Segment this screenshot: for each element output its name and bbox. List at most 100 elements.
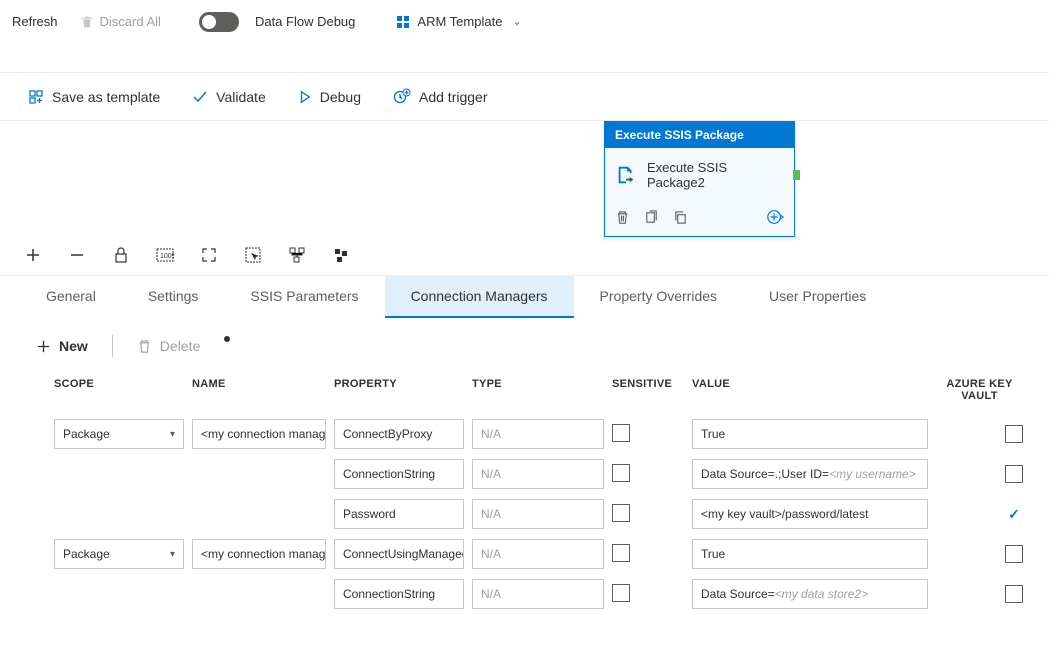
col-value: VALUE <box>692 378 936 402</box>
activity-name: Execute SSIS Package2 <box>647 160 784 190</box>
azure-key-vault-checkbox[interactable] <box>1005 585 1023 603</box>
sensitive-checkbox[interactable] <box>612 464 630 482</box>
table-row: Package▾ <my connection manager> ConnectUs… <box>54 534 1029 574</box>
activity-footer <box>605 200 794 236</box>
table-row: ConnectionString N/A Data Source= <my data… <box>54 574 1029 614</box>
col-type: TYPE <box>472 378 612 402</box>
add-output-icon[interactable] <box>766 208 784 226</box>
select-button[interactable] <box>244 246 262 264</box>
azure-key-vault-checkbox[interactable] <box>1005 545 1023 563</box>
tab-settings[interactable]: Settings <box>122 276 225 318</box>
grid-header: SCOPE NAME PROPERTY TYPE SENSITIVE VALUE… <box>54 368 1029 414</box>
output-connector[interactable] <box>793 170 800 180</box>
add-trigger-button[interactable]: Add trigger <box>393 88 487 106</box>
debug-label: Debug <box>320 89 361 105</box>
top-toolbar: Refresh Discard All Data Flow Debug ARM … <box>0 0 1049 44</box>
pipeline-toolbar: Save as template Validate Debug Add trig… <box>0 73 1049 121</box>
type-input[interactable]: N/A <box>472 459 604 489</box>
type-input[interactable]: N/A <box>472 419 604 449</box>
sensitive-checkbox[interactable] <box>612 504 630 522</box>
separator <box>112 335 113 357</box>
tab-ssis-parameters[interactable]: SSIS Parameters <box>224 276 384 318</box>
arm-template-button[interactable]: ARM Template ⌄ <box>387 10 529 34</box>
col-azure-key-vault: AZURE KEY VAULT <box>936 378 1029 402</box>
value-input[interactable]: True <box>692 419 928 449</box>
refresh-button[interactable]: Refresh <box>4 10 66 33</box>
value-input[interactable]: Data Source= <my data store2> <box>692 579 928 609</box>
zoom-out-button[interactable] <box>68 246 86 264</box>
property-input[interactable]: Password <box>334 499 464 529</box>
activity-header: Execute SSIS Package <box>605 122 794 148</box>
delete-button[interactable]: Delete <box>131 334 206 358</box>
connection-managers-grid: SCOPE NAME PROPERTY TYPE SENSITIVE VALUE… <box>0 368 1049 634</box>
tab-connection-managers[interactable]: Connection Managers <box>385 276 574 318</box>
scope-select[interactable]: Package▾ <box>54 419 184 449</box>
name-input[interactable]: <my connection manager> <box>192 419 326 449</box>
new-label: New <box>59 338 88 354</box>
content-toolbar: New Delete <box>0 318 1049 368</box>
canvas-toolbar: 100% <box>0 235 1049 275</box>
align-button[interactable] <box>288 246 306 264</box>
validate-label: Validate <box>216 89 266 105</box>
azure-key-vault-checkbox[interactable] <box>1005 425 1023 443</box>
fit-button[interactable] <box>200 246 218 264</box>
lock-button[interactable] <box>112 246 130 264</box>
delete-label: Delete <box>160 338 200 354</box>
data-flow-debug-label: Data Flow Debug <box>255 14 355 29</box>
activity-card[interactable]: Execute SSIS Package Execute SSIS Packag… <box>604 121 795 237</box>
tab-property-overrides[interactable]: Property Overrides <box>574 276 743 318</box>
type-input[interactable]: N/A <box>472 539 604 569</box>
trash-icon <box>137 339 152 354</box>
copy-icon[interactable] <box>673 210 688 225</box>
delete-icon[interactable] <box>615 210 630 225</box>
chevron-down-icon: ⌄ <box>512 15 521 28</box>
template-icon <box>28 89 44 105</box>
pipeline-canvas[interactable]: Execute SSIS Package Execute SSIS Packag… <box>0 121 1049 235</box>
property-input[interactable]: ConnectByProxy <box>334 419 464 449</box>
azure-key-vault-checkbox[interactable] <box>1005 465 1023 483</box>
azure-key-vault-checkbox[interactable] <box>1005 505 1023 523</box>
table-row: Password N/A <my key vault>/password/lates… <box>54 494 1029 534</box>
info-icon[interactable] <box>224 336 230 342</box>
clone-icon[interactable] <box>644 210 659 225</box>
col-sensitive: SENSITIVE <box>612 378 692 402</box>
add-trigger-label: Add trigger <box>419 89 487 105</box>
value-input[interactable]: True <box>692 539 928 569</box>
debug-button[interactable]: Debug <box>298 89 361 105</box>
toggle-track <box>199 12 239 32</box>
type-input[interactable]: N/A <box>472 499 604 529</box>
new-button[interactable]: New <box>30 334 94 358</box>
save-as-template-button[interactable]: Save as template <box>28 89 160 105</box>
data-flow-debug-toggle[interactable]: Data Flow Debug <box>185 8 363 36</box>
activity-body: Execute SSIS Package2 <box>605 148 794 200</box>
type-input[interactable]: N/A <box>472 579 604 609</box>
property-input[interactable]: ConnectionString <box>334 579 464 609</box>
value-input[interactable]: <my key vault>/password/latest <box>692 499 928 529</box>
scope-select[interactable]: Package▾ <box>54 539 184 569</box>
save-as-template-label: Save as template <box>52 89 160 105</box>
checkmark-icon <box>192 89 208 105</box>
discard-all-button[interactable]: Discard All <box>72 10 169 33</box>
tab-general[interactable]: General <box>20 276 122 318</box>
name-input[interactable]: <my connection manager> <box>192 539 326 569</box>
sensitive-checkbox[interactable] <box>612 584 630 602</box>
col-property: PROPERTY <box>334 378 472 402</box>
property-input[interactable]: ConnectUsingManagedIdentity <box>334 539 464 569</box>
sensitive-checkbox[interactable] <box>612 544 630 562</box>
arm-template-label: ARM Template <box>417 14 502 29</box>
properties-tabs: General Settings SSIS Parameters Connect… <box>0 275 1049 318</box>
arm-icon <box>395 14 411 30</box>
validate-button[interactable]: Validate <box>192 89 266 105</box>
property-input[interactable]: ConnectionString <box>334 459 464 489</box>
col-name: NAME <box>192 378 334 402</box>
plus-icon <box>36 339 51 354</box>
trash-icon <box>80 15 94 29</box>
reset-zoom-button[interactable]: 100% <box>156 246 174 264</box>
discard-all-label: Discard All <box>100 14 161 29</box>
zoom-in-button[interactable] <box>24 246 42 264</box>
sensitive-checkbox[interactable] <box>612 424 630 442</box>
layout-button[interactable] <box>332 246 350 264</box>
play-icon <box>298 90 312 104</box>
tab-user-properties[interactable]: User Properties <box>743 276 892 318</box>
value-input[interactable]: Data Source=.;User ID= <my username> <box>692 459 928 489</box>
